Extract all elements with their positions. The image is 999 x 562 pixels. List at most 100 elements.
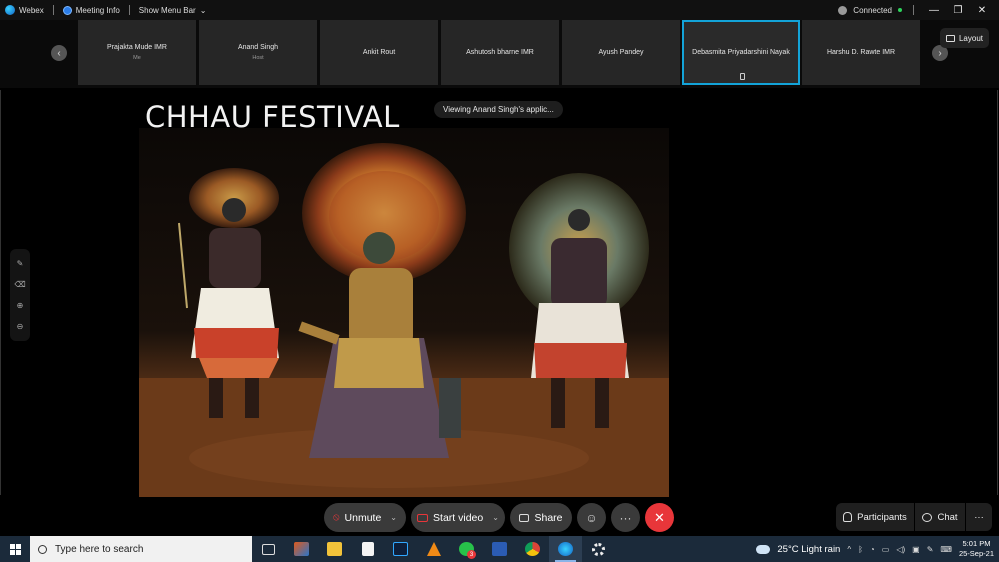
bluetooth-icon[interactable]: ᛒ: [858, 545, 863, 554]
battery-icon[interactable]: ▭: [882, 545, 890, 554]
close-icon: ✕: [654, 509, 665, 525]
share-button[interactable]: Share: [510, 503, 572, 532]
chat-label: Chat: [937, 511, 958, 523]
unmute-button[interactable]: ⦸ Unmute ⌄: [324, 503, 406, 532]
meeting-controls: ⦸ Unmute ⌄ Start video ⌄ Share ☺ ··· ✕ P…: [0, 499, 999, 536]
divider: [128, 5, 130, 15]
search-placeholder: Type here to search: [55, 543, 144, 555]
divider: [52, 5, 54, 15]
more-panels-button[interactable]: ···: [966, 503, 992, 531]
connected-indicator: [898, 8, 902, 12]
taskbar-app-settings[interactable]: [582, 536, 615, 562]
zoom-in-icon[interactable]: ⊕: [17, 301, 24, 310]
zoom-out-icon[interactable]: ⊖: [17, 322, 24, 331]
participant-name: Anand Singh: [237, 44, 279, 51]
start-video-button[interactable]: Start video ⌄: [411, 503, 505, 532]
participant-tile[interactable]: Anand Singh Host: [199, 20, 317, 85]
weather-text[interactable]: 25°C Light rain: [777, 544, 840, 555]
system-tray: 25°C Light rain ^ ᛒ ◔ ▭ ◁) ▣ ✎ ⌨ 5:01 PM…: [756, 536, 999, 562]
meeting-info-label: Meeting Info: [75, 5, 120, 15]
leave-meeting-button[interactable]: ✕: [645, 503, 674, 532]
start-video-label: Start video: [433, 511, 484, 524]
participant-name: Ankit Rout: [362, 49, 396, 56]
title-bar: Webex Meeting Info Show Menu Bar ⌄ Conne…: [0, 0, 999, 20]
annotate-icon[interactable]: ✎: [17, 259, 24, 268]
close-window-button[interactable]: ✕: [973, 5, 991, 16]
participant-name: Prajakta Mude IMR: [107, 44, 167, 51]
chhau-dance-photo: [139, 128, 669, 497]
taskbar-app-file-explorer[interactable]: [318, 536, 351, 562]
taskbar-search[interactable]: Type here to search: [30, 536, 252, 562]
show-menu-bar-button[interactable]: Show Menu Bar ⌄: [139, 6, 207, 15]
shared-slide: CHHAU FESTIVAL: [139, 92, 859, 497]
start-button[interactable]: [0, 536, 30, 562]
taskbar-app-webex[interactable]: [549, 536, 582, 562]
taskbar-app-matlab[interactable]: [285, 536, 318, 562]
show-hidden-icons-button[interactable]: ^: [847, 545, 851, 554]
taskbar-app-notepad[interactable]: [351, 536, 384, 562]
participant-name: Harshu D. Rawte IMR: [826, 49, 896, 56]
connection-status[interactable]: Connected: [853, 6, 892, 15]
network-icon[interactable]: ◔: [870, 545, 875, 554]
camera-off-icon: [417, 513, 429, 522]
clock[interactable]: 5:01 PM 25-Sep-21: [959, 539, 994, 559]
reactions-button[interactable]: ☺: [577, 503, 606, 532]
chevron-down-icon[interactable]: ⌄: [492, 513, 499, 522]
minimize-button[interactable]: —: [925, 5, 943, 16]
participant-tile[interactable]: Harshu D. Rawte IMR: [802, 20, 920, 85]
people-icon: [843, 512, 853, 522]
annotation-toolbar: ✎ ⌫ ⊕ ⊖: [10, 249, 30, 341]
strip-prev-button[interactable]: ‹: [51, 45, 67, 61]
eraser-icon[interactable]: ⌫: [14, 280, 25, 289]
participants-button[interactable]: Participants: [836, 503, 914, 531]
clock-date: 25-Sep-21: [958, 549, 994, 558]
participant-tile[interactable]: Prajakta Mude IMR Me: [78, 20, 196, 85]
task-view-icon: [262, 543, 275, 555]
participant-tile-active-speaker[interactable]: Debasmita Priyadarshini Nayak: [682, 20, 800, 85]
participant-tile[interactable]: Ashutosh bharne IMR: [441, 20, 559, 85]
gear-icon: [592, 542, 605, 556]
word-icon: [492, 542, 507, 556]
taskbar-app-photoshop[interactable]: [384, 536, 417, 562]
connected-icon: [838, 5, 848, 15]
chevron-down-icon: ⌄: [199, 5, 207, 15]
more-options-button[interactable]: ···: [611, 503, 640, 532]
content-edge: [0, 90, 1, 495]
search-icon: [38, 544, 47, 554]
restore-button[interactable]: ❐: [949, 5, 967, 16]
pen-icon[interactable]: ✎: [927, 545, 934, 554]
share-icon: [519, 513, 530, 522]
reaction-icon: ☺: [585, 510, 598, 525]
weather-icon: [756, 544, 771, 554]
chat-button[interactable]: Chat: [915, 503, 965, 531]
taskbar-app-vlc[interactable]: [417, 536, 450, 562]
participant-role: Host: [252, 55, 264, 61]
taskbar-app-word[interactable]: [483, 536, 516, 562]
taskbar-app-chrome[interactable]: [516, 536, 549, 562]
chat-icon: [922, 512, 933, 522]
webex-app-menu[interactable]: Webex: [5, 5, 44, 15]
participants-label: Participants: [857, 511, 907, 523]
participant-tile[interactable]: Ankit Rout: [320, 20, 438, 85]
keyboard-icon[interactable]: ⌨: [940, 545, 952, 554]
volume-icon[interactable]: ◁): [896, 545, 905, 554]
matlab-icon: [294, 542, 309, 556]
participant-name: Ashutosh bharne IMR: [466, 49, 534, 56]
task-view-button[interactable]: [252, 536, 285, 562]
app-name: Webex: [19, 5, 44, 15]
document-icon: [361, 542, 374, 556]
meeting-info-button[interactable]: Meeting Info: [62, 5, 120, 15]
show-menu-bar-label: Show Menu Bar: [138, 5, 196, 15]
participant-name: Debasmita Priyadarshini Nayak: [692, 49, 790, 56]
taskbar-app-whatsapp[interactable]: 3: [450, 536, 483, 562]
notification-badge: 3: [467, 550, 476, 559]
participant-role: Me: [133, 55, 141, 61]
vlc-icon: [426, 542, 441, 556]
more-icon: ···: [619, 510, 632, 525]
participant-tile[interactable]: Ayush Pandey: [562, 20, 680, 85]
nvidia-icon[interactable]: ▣: [912, 545, 920, 554]
layout-button[interactable]: Layout: [939, 28, 989, 48]
share-label: Share: [534, 511, 563, 524]
chrome-icon: [525, 542, 540, 556]
chevron-down-icon[interactable]: ⌄: [390, 513, 397, 522]
